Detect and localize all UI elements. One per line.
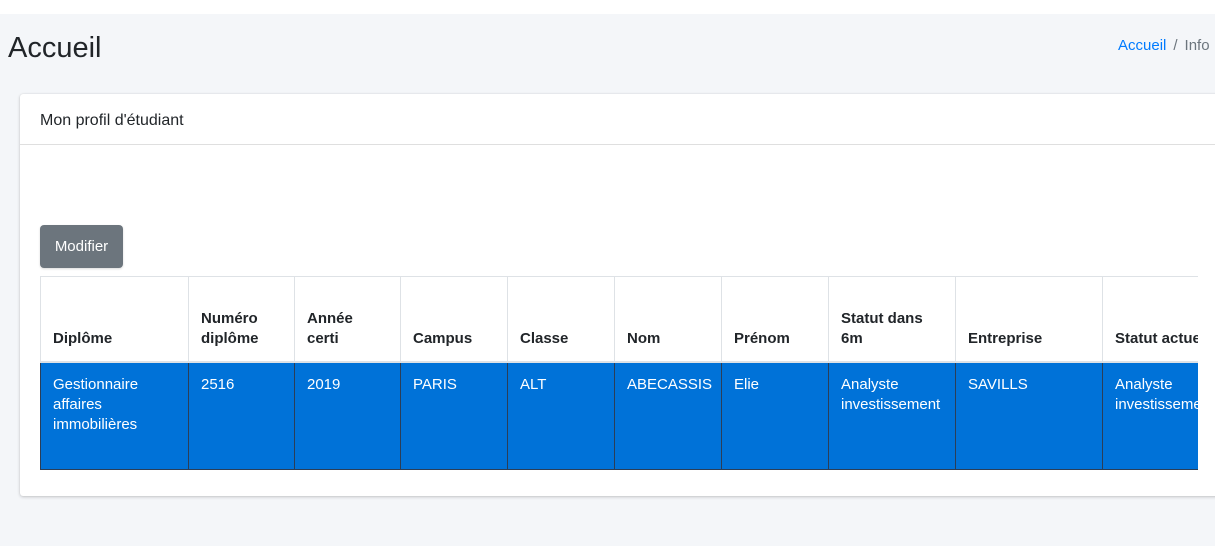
breadcrumb-home-link[interactable]: Accueil xyxy=(1118,37,1166,54)
column-header-entreprise: Entreprise xyxy=(955,276,1103,363)
cell-entreprise: SAVILLS xyxy=(955,361,1103,470)
cell-statut-actuel: Analyste investissement xyxy=(1102,361,1198,470)
student-profile-card: Mon profil d'étudiant Modifier Diplôme N… xyxy=(20,94,1215,496)
cell-numero-diplome: 2516 xyxy=(188,361,295,470)
modify-button[interactable]: Modifier xyxy=(40,225,123,268)
table-scroll-area[interactable]: Diplôme Numéro diplôme Année certi Campu… xyxy=(40,276,1198,472)
column-header-annee-certi: Année certi xyxy=(294,276,401,363)
column-header-statut-6m: Statut dans 6m xyxy=(828,276,956,363)
column-header-nom: Nom xyxy=(614,276,722,363)
page-title: Accueil xyxy=(8,32,102,64)
cell-statut-6m: Analyste investissement xyxy=(828,361,956,470)
cell-campus: PARIS xyxy=(400,361,508,470)
column-header-diplome: Diplôme xyxy=(40,276,189,363)
cell-nom: ABECASSIS xyxy=(614,361,722,470)
student-table: Diplôme Numéro diplôme Année certi Campu… xyxy=(40,276,1198,470)
page: Accueil Accueil / Info Mon profil d'étudia… xyxy=(0,0,1215,546)
column-header-prenom: Prénom xyxy=(721,276,829,363)
breadcrumb-current: Info xyxy=(1184,37,1210,54)
card-header: Mon profil d'étudiant xyxy=(20,94,1215,145)
table-row[interactable]: Gestionnaire affaires immobilières 2516 … xyxy=(40,361,1198,470)
column-header-numero-diplome: Numéro diplôme xyxy=(188,276,295,363)
card-title: Mon profil d'étudiant xyxy=(40,112,184,129)
cell-classe: ALT xyxy=(507,361,615,470)
column-header-campus: Campus xyxy=(400,276,508,363)
breadcrumb: Accueil / Info xyxy=(1118,36,1210,56)
breadcrumb-separator: / xyxy=(1173,37,1178,54)
top-navbar xyxy=(0,0,1215,14)
column-header-classe: Classe xyxy=(507,276,615,363)
cell-prenom: Elie xyxy=(721,361,829,470)
cell-annee-certi: 2019 xyxy=(294,361,401,470)
table-header-row: Diplôme Numéro diplôme Année certi Campu… xyxy=(40,276,1198,363)
column-header-statut-actuel: Statut actuel xyxy=(1102,276,1198,363)
cell-diplome: Gestionnaire affaires immobilières xyxy=(40,361,189,470)
